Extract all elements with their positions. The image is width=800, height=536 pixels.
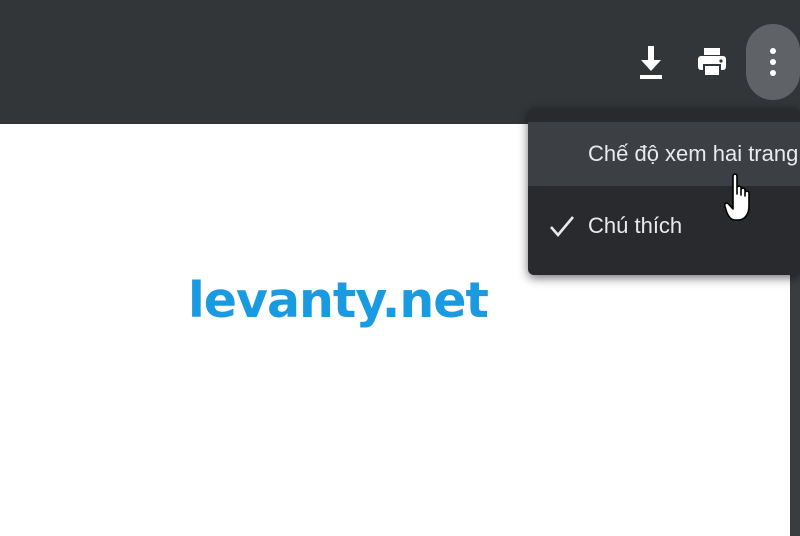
more-vert-icon [770,48,776,76]
download-icon [640,46,662,79]
pdf-toolbar [0,0,800,124]
menu-item-two-page-view[interactable]: Chế độ xem hai trang [528,122,800,186]
more-options-menu: Chế độ xem hai trang Chú thích [528,108,800,275]
watermark-text: levanty.net [188,272,489,329]
print-button[interactable] [686,36,738,88]
print-icon [698,48,726,77]
menu-item-label: Chế độ xem hai trang [588,141,799,166]
more-options-button[interactable] [746,24,800,100]
checkmark-icon [550,216,574,238]
hand-cursor-icon [724,173,750,221]
menu-item-annotations[interactable]: Chú thích [528,194,800,258]
menu-item-label: Chú thích [588,213,683,238]
download-button[interactable] [625,36,677,88]
